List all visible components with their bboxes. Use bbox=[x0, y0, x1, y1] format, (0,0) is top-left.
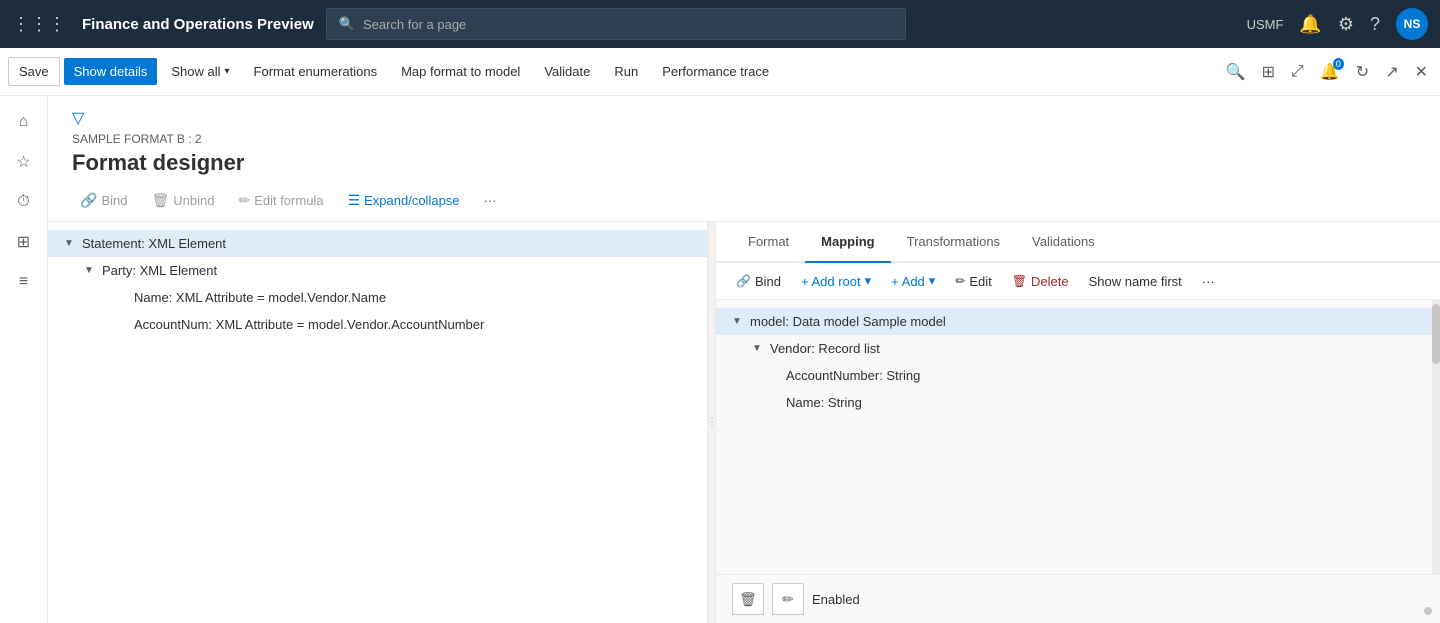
format-enumerations-button[interactable]: Format enumerations bbox=[244, 58, 388, 85]
show-name-first-button[interactable]: Show name first bbox=[1081, 270, 1190, 293]
tab-format[interactable]: Format bbox=[732, 222, 805, 263]
expand-collapse-button[interactable]: ☰ Expand/collapse bbox=[340, 188, 468, 213]
bell-icon[interactable]: 🔔 bbox=[1299, 14, 1321, 35]
bind-button[interactable]: 🔗 Bind bbox=[72, 188, 135, 213]
expand-icon[interactable]: ⤢ bbox=[1287, 59, 1308, 85]
tree-row[interactable]: AccountNum: XML Attribute = model.Vendor… bbox=[48, 311, 707, 338]
right-tree-row[interactable]: ▼ model: Data model Sample model bbox=[716, 308, 1440, 335]
right-tree: ▼ model: Data model Sample model ▼ Vendo… bbox=[716, 300, 1440, 574]
scrollbar-track[interactable] bbox=[1432, 300, 1440, 574]
right-more-button[interactable]: ··· bbox=[1194, 270, 1223, 293]
tree-label: Party: XML Element bbox=[102, 263, 217, 278]
workspace-icon[interactable]: ⊞ bbox=[6, 224, 42, 260]
save-button[interactable]: Save bbox=[8, 57, 60, 86]
right-tree-row[interactable]: Name: String bbox=[716, 389, 1440, 416]
tree-label: Statement: XML Element bbox=[82, 236, 226, 251]
right-tree-arrow: ▼ bbox=[732, 316, 742, 327]
right-toolbar: 🔗 Bind + Add root ▾ + Add ▾ ✏ Edit bbox=[716, 263, 1440, 300]
edit-formula-button[interactable]: ✏ Edit formula bbox=[230, 188, 331, 213]
validate-button[interactable]: Validate bbox=[534, 58, 600, 85]
filter-toolbar: ▽ bbox=[72, 108, 1416, 132]
split-pane: ▼ Statement: XML Element ▼ Party: XML El… bbox=[48, 222, 1440, 623]
add-root-button[interactable]: + Add root ▾ bbox=[793, 269, 879, 293]
tab-validations[interactable]: Validations bbox=[1016, 222, 1111, 263]
page-title: Format designer bbox=[72, 150, 1416, 176]
filter-icon[interactable]: ▽ bbox=[72, 108, 84, 128]
nav-right: USMF 🔔 ⚙ ? NS bbox=[1247, 8, 1428, 40]
right-tree-label: Vendor: Record list bbox=[770, 341, 880, 356]
org-label: USMF bbox=[1247, 17, 1284, 32]
tree-arrow: ▼ bbox=[84, 265, 94, 276]
tree-label: Name: XML Attribute = model.Vendor.Name bbox=[134, 290, 386, 305]
edit-button[interactable]: ✏ Edit bbox=[947, 270, 999, 293]
tree-arrow: ▼ bbox=[64, 238, 74, 249]
right-tree-row[interactable]: AccountNumber: String bbox=[716, 362, 1440, 389]
performance-trace-button[interactable]: Performance trace bbox=[652, 58, 779, 85]
help-icon[interactable]: ? bbox=[1370, 14, 1380, 35]
right-bottom: 🗑 ✏ Enabled bbox=[716, 574, 1440, 623]
right-pane: Format Mapping Transformations Validatio… bbox=[716, 222, 1440, 623]
search-toolbar-icon[interactable]: 🔍 bbox=[1222, 58, 1250, 86]
app-title: Finance and Operations Preview bbox=[82, 16, 314, 33]
resize-dot bbox=[1424, 607, 1432, 615]
breadcrumb: SAMPLE FORMAT B : 2 bbox=[72, 132, 1416, 146]
page-header: ▽ SAMPLE FORMAT B : 2 Format designer 🔗 … bbox=[48, 96, 1440, 222]
right-tree-row[interactable]: ▼ Vendor: Record list bbox=[716, 335, 1440, 362]
edit-item-button[interactable]: ✏ bbox=[772, 583, 804, 615]
tab-transformations[interactable]: Transformations bbox=[891, 222, 1016, 263]
home-icon[interactable]: ⌂ bbox=[6, 104, 42, 140]
tab-mapping[interactable]: Mapping bbox=[805, 222, 890, 263]
sub-toolbar: 🔗 Bind 🗑 Unbind ✏ Edit formula ☰ Expand/… bbox=[72, 188, 1416, 221]
top-nav: ⋮⋮⋮ Finance and Operations Preview 🔍 Sea… bbox=[0, 0, 1440, 48]
delete-button[interactable]: 🗑 Delete bbox=[1004, 270, 1077, 293]
badge-icon[interactable]: 🔔 0 bbox=[1316, 58, 1344, 86]
right-tree-label: AccountNumber: String bbox=[786, 368, 920, 383]
avatar[interactable]: NS bbox=[1396, 8, 1428, 40]
main-layout: ⌂ ☆ ⏱ ⊞ ≡ ▽ SAMPLE FORMAT B : 2 Format d… bbox=[0, 96, 1440, 623]
delete-item-button[interactable]: 🗑 bbox=[732, 583, 764, 615]
toolbar-right: 🔍 ⊞ ⤢ 🔔 0 ↻ ↗ ✕ bbox=[1222, 58, 1432, 86]
app-switcher-icon[interactable]: ⊞ bbox=[1258, 58, 1279, 86]
close-icon[interactable]: ✕ bbox=[1411, 58, 1432, 86]
tree-row[interactable]: ▼ Statement: XML Element bbox=[48, 230, 707, 257]
add-button[interactable]: + Add ▾ bbox=[883, 269, 943, 293]
right-pane-tabs: Format Mapping Transformations Validatio… bbox=[716, 222, 1440, 263]
scrollbar-thumb[interactable] bbox=[1432, 304, 1440, 364]
tree-label: AccountNum: XML Attribute = model.Vendor… bbox=[134, 317, 484, 332]
tree-row[interactable]: Name: XML Attribute = model.Vendor.Name bbox=[48, 284, 707, 311]
right-tree-arrow: ▼ bbox=[752, 343, 762, 354]
show-details-button[interactable]: Show details bbox=[64, 58, 158, 85]
open-new-icon[interactable]: ↗ bbox=[1381, 58, 1402, 86]
star-icon[interactable]: ☆ bbox=[6, 144, 42, 180]
enabled-label: Enabled bbox=[812, 592, 860, 607]
settings-icon[interactable]: ⚙ bbox=[1338, 14, 1354, 35]
sidebar-icons: ⌂ ☆ ⏱ ⊞ ≡ bbox=[0, 96, 48, 623]
run-button[interactable]: Run bbox=[604, 58, 648, 85]
left-pane: ▼ Statement: XML Element ▼ Party: XML El… bbox=[48, 222, 708, 623]
right-tree-label: Name: String bbox=[786, 395, 862, 410]
refresh-icon[interactable]: ↻ bbox=[1352, 58, 1373, 86]
tree-row[interactable]: ▼ Party: XML Element bbox=[48, 257, 707, 284]
search-icon: 🔍 bbox=[339, 16, 355, 32]
toolbar: Save Show details Show all ▾ Format enum… bbox=[0, 48, 1440, 96]
search-placeholder: Search for a page bbox=[363, 17, 466, 32]
show-all-button[interactable]: Show all ▾ bbox=[161, 58, 239, 85]
more-options-button[interactable]: ··· bbox=[476, 189, 505, 212]
app-grid-icon[interactable]: ⋮⋮⋮ bbox=[12, 14, 66, 35]
recent-icon[interactable]: ⏱ bbox=[6, 184, 42, 220]
right-bottom-wrapper: 🗑 ✏ Enabled bbox=[716, 574, 1440, 623]
unbind-button[interactable]: 🗑 Unbind bbox=[143, 188, 222, 213]
right-bind-button[interactable]: 🔗 Bind bbox=[728, 270, 789, 293]
right-tree-label: model: Data model Sample model bbox=[750, 314, 946, 329]
search-bar[interactable]: 🔍 Search for a page bbox=[326, 8, 906, 40]
content-area: ▽ SAMPLE FORMAT B : 2 Format designer 🔗 … bbox=[48, 96, 1440, 623]
map-format-to-model-button[interactable]: Map format to model bbox=[391, 58, 530, 85]
list-icon[interactable]: ≡ bbox=[6, 264, 42, 300]
pane-divider[interactable]: ⋮ bbox=[708, 222, 716, 623]
